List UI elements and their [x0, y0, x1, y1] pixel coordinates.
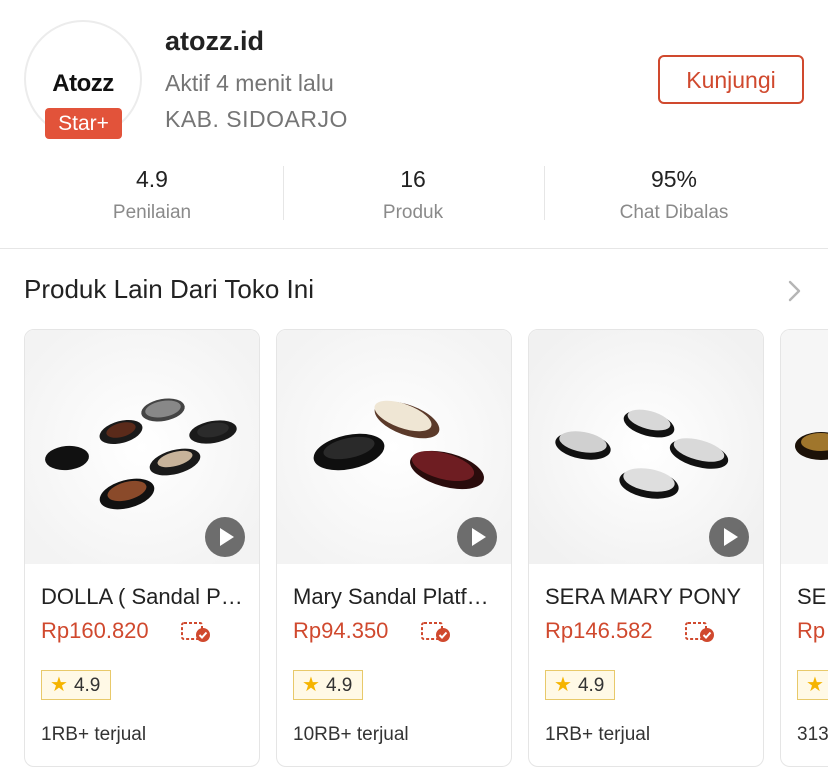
- product-image[interactable]: [277, 330, 511, 564]
- section-divider: [0, 248, 828, 249]
- product-name: DOLLA ( Sandal Platform ): [41, 584, 247, 609]
- voucher-icon: [421, 620, 453, 644]
- product-card[interactable]: DOLLA ( Sandal Platform ) Rp160.820 ★4.9…: [24, 329, 260, 767]
- rating-value: 4.9: [73, 675, 101, 696]
- product-price: Rp160.820: [41, 618, 149, 643]
- stat-value: 4.9: [136, 166, 168, 192]
- star-icon: ★: [50, 674, 68, 696]
- rating-badge: ★ 4.9: [545, 670, 616, 700]
- sold-count: 10RB+ terjual: [293, 724, 409, 745]
- shop-logo-text: Atozz: [52, 70, 114, 97]
- stat-chat-replied: 95% Chat Dibalas: [544, 166, 804, 224]
- star-icon: ★: [302, 674, 320, 696]
- product-image[interactable]: [529, 330, 763, 564]
- sold-count: 313: [797, 724, 828, 745]
- sold-count: 1RB+ terjual: [545, 724, 651, 745]
- shop-header: Atozz Star+ atozz.id Aktif 4 menit lalu …: [0, 0, 828, 160]
- section-title: Produk Lain Dari Toko Ini: [24, 274, 315, 304]
- product-card[interactable]: Mary Sandal Platform Rp94.350 ★ 4.9 10RB+…: [276, 329, 512, 767]
- visit-shop-button[interactable]: Kunjungi: [658, 55, 804, 104]
- product-name: SERA MARY PONY: [545, 584, 742, 609]
- product-card[interactable]: SE Rp ★ 313: [780, 329, 828, 767]
- product-image[interactable]: [25, 330, 259, 564]
- play-icon[interactable]: [205, 517, 245, 557]
- shop-location: KAB. SIDOARJO: [165, 106, 348, 132]
- stat-value: 16: [400, 166, 426, 192]
- product-name: SE: [797, 584, 827, 609]
- rating-badge: ★ 4.9: [293, 670, 364, 700]
- stat-value: 95%: [650, 166, 698, 192]
- play-icon[interactable]: [457, 517, 497, 557]
- product-name: Mary Sandal Platform: [293, 584, 499, 609]
- stat-label: Chat Dibalas: [619, 202, 729, 223]
- sold-count: 1RB+ terjual: [41, 724, 147, 745]
- shop-active-status: Aktif 4 menit lalu: [165, 70, 334, 96]
- star-icon: ★: [806, 674, 824, 696]
- rating-value: 4.9: [325, 675, 353, 696]
- play-icon[interactable]: [709, 517, 749, 557]
- star-plus-badge: Star+: [45, 108, 122, 139]
- rating-badge: ★ 4.9: [41, 670, 112, 700]
- stat-rating: 4.9 Penilaian: [22, 166, 282, 224]
- stat-label: Produk: [382, 202, 444, 223]
- chevron-right-icon[interactable]: [786, 280, 804, 302]
- product-price: Rp94.350: [293, 618, 389, 643]
- voucher-icon: [685, 620, 717, 644]
- rating-value: 4.9: [577, 675, 605, 696]
- product-price: Rp: [797, 618, 826, 643]
- product-image[interactable]: [781, 330, 828, 564]
- stat-products: 16 Produk: [283, 166, 543, 224]
- voucher-icon: [181, 620, 213, 644]
- shop-name[interactable]: atozz.id: [165, 26, 264, 57]
- stat-label: Penilaian: [112, 202, 192, 223]
- product-card[interactable]: SERA MARY PONY Rp146.582 ★ 4.9 1RB+ terju…: [528, 329, 764, 767]
- star-icon: ★: [554, 674, 572, 696]
- rating-badge: ★: [797, 670, 828, 700]
- product-price: Rp146.582: [545, 618, 653, 643]
